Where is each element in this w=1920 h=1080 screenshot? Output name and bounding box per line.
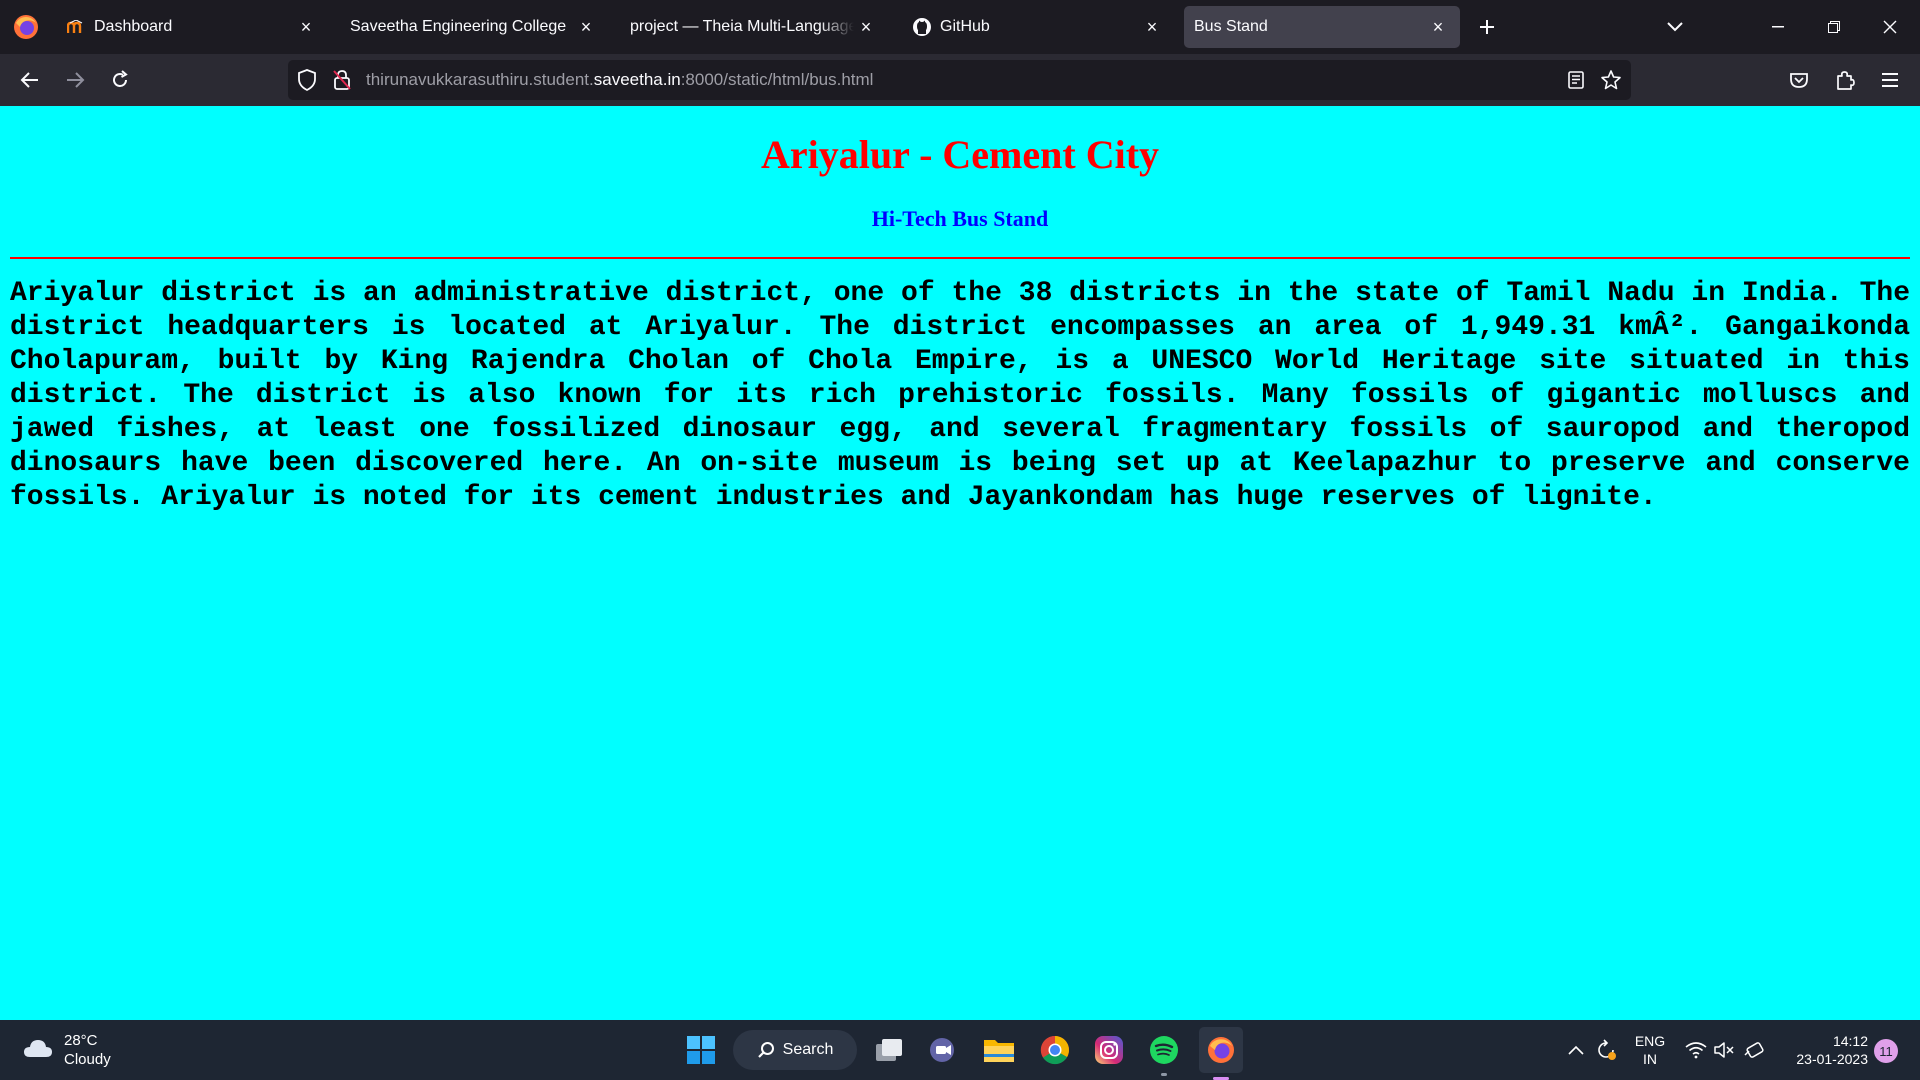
weather-condition: Cloudy [64, 1051, 111, 1068]
cloud-icon [22, 1037, 54, 1064]
restore-button[interactable] [1812, 8, 1856, 46]
page-subtitle: Hi-Tech Bus Stand [871, 206, 1049, 231]
page-title: Ariyalur - Cement City [760, 132, 1160, 177]
url-text[interactable]: thirunavukkarasuthiru.student.saveetha.i… [366, 60, 873, 100]
instagram-icon[interactable] [1090, 1031, 1128, 1069]
web-page: Ariyalur - Cement City Hi-Tech Bus Stand… [0, 106, 1920, 1020]
wifi-icon[interactable] [1684, 1038, 1708, 1062]
reader-view-icon[interactable] [1566, 70, 1586, 95]
start-icon[interactable] [682, 1031, 720, 1069]
horizontal-rule [10, 257, 1910, 259]
close-tab-icon[interactable]: × [854, 15, 878, 39]
extensions-icon[interactable] [1829, 64, 1861, 96]
menu-icon[interactable] [1874, 64, 1906, 96]
insecure-lock-icon[interactable] [332, 69, 352, 96]
teams-chat-icon[interactable] [924, 1031, 962, 1069]
tab-title: project — Theia Multi-Language Ex [630, 18, 854, 35]
reload-button[interactable] [104, 64, 136, 96]
address-bar[interactable]: thirunavukkarasuthiru.student.saveetha.i… [288, 60, 1631, 100]
tab-github[interactable]: GitHub × [902, 6, 1174, 48]
file-explorer-icon[interactable] [980, 1031, 1018, 1069]
pocket-icon[interactable] [1783, 64, 1815, 96]
volume-muted-icon[interactable] [1712, 1038, 1736, 1062]
shield-icon[interactable] [297, 69, 317, 96]
spotify-icon[interactable] [1145, 1031, 1183, 1076]
search-icon [757, 1042, 774, 1058]
url-prefix: thirunavukkarasuthiru.student. [366, 70, 594, 89]
notification-badge[interactable]: 11 [1874, 1039, 1898, 1063]
tab-strip: Dashboard × Saveetha Engineering College… [0, 0, 1920, 54]
minimize-button[interactable] [1756, 8, 1800, 46]
weather-widget[interactable]: 28°C Cloudy [22, 1030, 111, 1070]
page-paragraph: Ariyalur district is an administrative d… [10, 278, 1910, 513]
chrome-icon[interactable] [1036, 1031, 1074, 1069]
tab-title: GitHub [940, 18, 990, 35]
tab-theia-project[interactable]: project — Theia Multi-Language Ex × [616, 6, 888, 48]
tab-title: Dashboard [94, 18, 173, 35]
close-window-button[interactable] [1868, 8, 1912, 46]
sync-icon[interactable] [1594, 1038, 1618, 1062]
tab-dashboard[interactable]: Dashboard × [56, 6, 328, 48]
taskbar: 28°C Cloudy Search ENG IN 14:12 23-01-20… [0, 1020, 1920, 1080]
url-suffix: :8000/static/html/bus.html [680, 70, 874, 89]
firefox-icon[interactable] [12, 13, 40, 41]
language-indicator[interactable]: ENG IN [1632, 1032, 1668, 1068]
battery-icon[interactable] [1742, 1038, 1766, 1062]
chevron-down-icon[interactable] [1660, 12, 1690, 42]
navigation-toolbar: thirunavukkarasuthiru.student.saveetha.i… [0, 54, 1920, 106]
weather-temperature: 28°C [64, 1032, 98, 1049]
back-button[interactable] [14, 64, 46, 96]
firefox-taskbar-icon[interactable] [1199, 1027, 1243, 1080]
language-region: IN [1643, 1051, 1657, 1067]
bookmark-star-icon[interactable] [1600, 69, 1622, 96]
close-tab-icon[interactable]: × [574, 15, 598, 39]
tab-saveetha[interactable]: Saveetha Engineering College × [336, 6, 608, 48]
url-domain: saveetha.in [593, 70, 681, 89]
task-view-icon[interactable] [870, 1031, 908, 1069]
close-tab-icon[interactable]: × [294, 15, 318, 39]
taskbar-search-label: Search [782, 1041, 834, 1058]
running-indicator [1161, 1073, 1167, 1076]
language-code: ENG [1634, 1033, 1666, 1049]
close-tab-icon[interactable]: × [1140, 15, 1164, 39]
chevron-up-icon[interactable] [1564, 1038, 1588, 1062]
clock[interactable]: 14:12 23-01-2023 [1774, 1032, 1868, 1068]
new-tab-button[interactable] [1472, 12, 1502, 42]
tab-title: Saveetha Engineering College [350, 18, 567, 35]
tab-title: Bus Stand [1194, 18, 1268, 35]
clock-time: 14:12 [1832, 1033, 1868, 1049]
taskbar-search-button[interactable]: Search [733, 1030, 857, 1070]
tab-bus-stand[interactable]: Bus Stand × [1184, 6, 1460, 48]
forward-button[interactable] [59, 64, 91, 96]
close-tab-icon[interactable]: × [1426, 15, 1450, 39]
github-icon [912, 17, 932, 37]
clock-date: 23-01-2023 [1796, 1051, 1868, 1067]
moodle-icon [66, 17, 86, 37]
